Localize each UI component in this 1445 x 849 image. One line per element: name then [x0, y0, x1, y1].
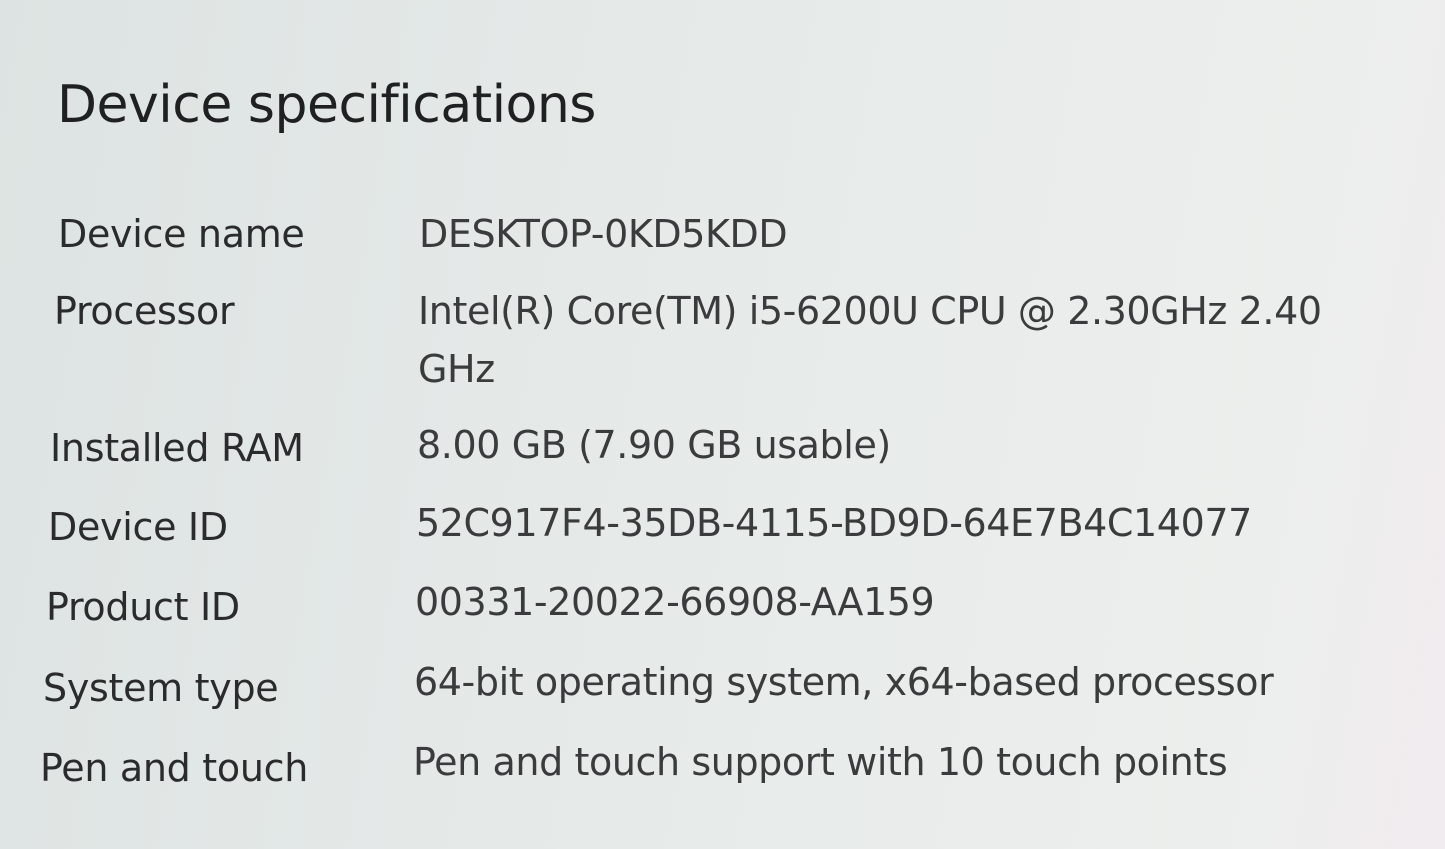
spec-value-device-name[interactable]: DESKTOP-0KD5KDD	[419, 205, 788, 263]
spec-value-device-id[interactable]: 52C917F4-35DB-4115-BD9D-64E7B4C14077	[416, 494, 1252, 552]
spec-label-pen-and-touch: Pen and touch	[40, 746, 308, 790]
spec-label-processor: Processor	[54, 289, 235, 333]
section-title: Device specifications	[57, 75, 596, 135]
spec-label-installed-ram: Installed RAM	[50, 426, 304, 470]
spec-label-product-id: Product ID	[46, 585, 240, 629]
spec-value-system-type[interactable]: 64-bit operating system, x64-based proce…	[414, 653, 1274, 711]
device-specifications-panel: Device specifications Device name DESKTO…	[0, 0, 1445, 849]
spec-value-pen-and-touch[interactable]: Pen and touch support with 10 touch poin…	[413, 733, 1228, 791]
spec-value-product-id[interactable]: 00331-20022-66908-AA159	[415, 573, 935, 631]
spec-label-device-id: Device ID	[48, 505, 228, 549]
spec-value-processor[interactable]: Intel(R) Core(TM) i5-6200U CPU @ 2.30GHz…	[418, 282, 1393, 398]
spec-value-installed-ram[interactable]: 8.00 GB (7.90 GB usable)	[417, 416, 891, 474]
spec-label-system-type: System type	[43, 666, 279, 710]
spec-label-device-name: Device name	[58, 212, 305, 256]
